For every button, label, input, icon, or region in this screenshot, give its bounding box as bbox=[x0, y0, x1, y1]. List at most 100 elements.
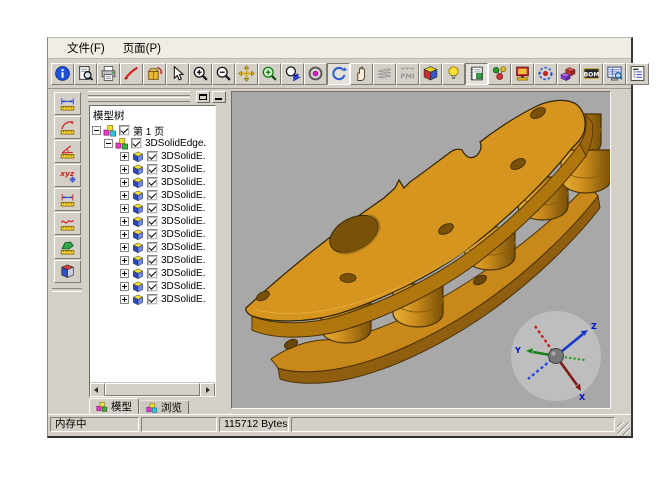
print-button[interactable] bbox=[97, 63, 120, 85]
collapse-icon[interactable] bbox=[92, 126, 101, 135]
tab-browse[interactable]: 浏览 bbox=[139, 400, 189, 415]
panel-restore-button[interactable] bbox=[196, 91, 210, 103]
tree-node-part[interactable]: 3DSolidE. bbox=[90, 189, 215, 202]
expand-icon[interactable] bbox=[120, 256, 129, 265]
pmi-button[interactable]: PMI bbox=[396, 63, 419, 85]
view-3d-button[interactable] bbox=[419, 63, 442, 85]
resize-grip[interactable] bbox=[617, 422, 630, 435]
coordinate-measure-button[interactable]: xyz bbox=[54, 164, 81, 187]
checkbox-checked[interactable] bbox=[147, 255, 158, 266]
tree-node-part[interactable]: 3DSolidE. bbox=[90, 280, 215, 293]
notebook-button[interactable] bbox=[465, 63, 488, 85]
expand-icon[interactable] bbox=[120, 178, 129, 187]
tree-node-part[interactable]: 3DSolidE. bbox=[90, 267, 215, 280]
orbit-button[interactable] bbox=[304, 63, 327, 85]
expand-icon[interactable] bbox=[120, 295, 129, 304]
tree-node-part[interactable]: 3DSolidE. bbox=[90, 176, 215, 189]
tree-node-part[interactable]: 3DSolidE. bbox=[90, 241, 215, 254]
axis-triad[interactable]: Z X Y bbox=[509, 309, 604, 404]
checkbox-checked[interactable] bbox=[147, 177, 158, 188]
checkbox-checked[interactable] bbox=[147, 229, 158, 240]
tree-node-assembly[interactable]: 3DSolidEdge. bbox=[90, 137, 215, 150]
tree-node-part[interactable]: 3DSolidE. bbox=[90, 163, 215, 176]
update-cycle-button[interactable] bbox=[534, 63, 557, 85]
zoom-select-button[interactable] bbox=[281, 63, 304, 85]
tree-node-part[interactable]: 3DSolidE. bbox=[90, 215, 215, 228]
tree-node-part[interactable]: 3DSolidE. bbox=[90, 293, 215, 306]
scrollbar-thumb[interactable] bbox=[105, 383, 200, 396]
export-package-button[interactable] bbox=[143, 63, 166, 85]
tree-node-page[interactable]: 第 1 页 bbox=[90, 124, 215, 137]
radius-dimension-button[interactable] bbox=[54, 116, 81, 139]
radius-dimension-icon bbox=[59, 119, 76, 136]
layers-button[interactable] bbox=[373, 63, 396, 85]
panel-hide-button[interactable] bbox=[212, 91, 226, 103]
tree-node-part[interactable]: 3DSolidE. bbox=[90, 254, 215, 267]
expand-icon[interactable] bbox=[120, 230, 129, 239]
checkbox-checked[interactable] bbox=[147, 294, 158, 305]
zoom-out-icon bbox=[215, 65, 232, 82]
rotate-button[interactable] bbox=[327, 63, 350, 85]
checkbox-checked[interactable] bbox=[131, 138, 142, 149]
panel-title-bar bbox=[88, 90, 226, 103]
tree-node-part[interactable]: 3DSolidE. bbox=[90, 228, 215, 241]
area-measure-button[interactable] bbox=[54, 236, 81, 259]
distance-dimension-button[interactable] bbox=[54, 188, 81, 211]
menu-page[interactable]: 页面(P) bbox=[114, 38, 170, 58]
pan-hand-button[interactable] bbox=[350, 63, 373, 85]
angle-dimension-button[interactable] bbox=[54, 140, 81, 163]
scroll-right-icon[interactable] bbox=[200, 383, 215, 397]
zoom-out-button[interactable] bbox=[212, 63, 235, 85]
panel-gripper[interactable] bbox=[88, 90, 190, 103]
tree-node-part[interactable]: 3DSolidE. bbox=[90, 150, 215, 163]
tree-view-button[interactable] bbox=[626, 63, 649, 85]
report-view-button[interactable] bbox=[603, 63, 626, 85]
redline-button[interactable] bbox=[120, 63, 143, 85]
expand-icon[interactable] bbox=[120, 269, 129, 278]
measure-toolbar: xyz bbox=[48, 89, 86, 415]
viewport-3d[interactable]: Z X Y bbox=[231, 91, 611, 409]
curve-length-button[interactable] bbox=[54, 212, 81, 235]
expand-icon[interactable] bbox=[120, 191, 129, 200]
horizontal-scrollbar[interactable] bbox=[90, 382, 215, 396]
zoom-all-button[interactable] bbox=[258, 63, 281, 85]
menu-file[interactable]: 文件(F) bbox=[58, 38, 114, 58]
checkbox-checked[interactable] bbox=[147, 164, 158, 175]
tab-model[interactable]: 模型 bbox=[89, 398, 139, 415]
cube-3d-icon bbox=[422, 65, 439, 82]
zoom-in-button[interactable] bbox=[189, 63, 212, 85]
distance-dimension-icon bbox=[59, 191, 76, 208]
linear-dimension-button[interactable] bbox=[54, 92, 81, 115]
select-button[interactable] bbox=[166, 63, 189, 85]
collapse-icon[interactable] bbox=[104, 139, 113, 148]
checkbox-checked[interactable] bbox=[147, 216, 158, 227]
expand-icon[interactable] bbox=[120, 217, 129, 226]
assembly-tools-button[interactable] bbox=[488, 63, 511, 85]
checkbox-checked[interactable] bbox=[147, 268, 158, 279]
workstation-button[interactable] bbox=[511, 63, 534, 85]
expand-icon[interactable] bbox=[120, 282, 129, 291]
light-button[interactable] bbox=[442, 63, 465, 85]
bom-button[interactable]: BOM bbox=[580, 63, 603, 85]
about-button[interactable] bbox=[51, 63, 74, 85]
checkbox-checked[interactable] bbox=[147, 281, 158, 292]
print-preview-button[interactable] bbox=[74, 63, 97, 85]
axis-z-label: Z bbox=[591, 322, 597, 331]
checkbox-checked[interactable] bbox=[147, 242, 158, 253]
expand-icon[interactable] bbox=[120, 152, 129, 161]
scroll-left-icon[interactable] bbox=[90, 383, 105, 397]
tree-node-label: 第 1 页 bbox=[133, 123, 164, 138]
pan-button[interactable] bbox=[235, 63, 258, 85]
checkbox-checked[interactable] bbox=[147, 151, 158, 162]
volume-measure-button[interactable] bbox=[54, 260, 81, 283]
checkbox-checked[interactable] bbox=[119, 125, 130, 136]
lightbulb-icon bbox=[445, 65, 462, 82]
expand-icon[interactable] bbox=[120, 165, 129, 174]
part-node-icon bbox=[131, 267, 145, 281]
checkbox-checked[interactable] bbox=[147, 203, 158, 214]
expand-icon[interactable] bbox=[120, 204, 129, 213]
expand-icon[interactable] bbox=[120, 243, 129, 252]
checkbox-checked[interactable] bbox=[147, 190, 158, 201]
tree-node-part[interactable]: 3DSolidE. bbox=[90, 202, 215, 215]
solid-blocks-button[interactable] bbox=[557, 63, 580, 85]
